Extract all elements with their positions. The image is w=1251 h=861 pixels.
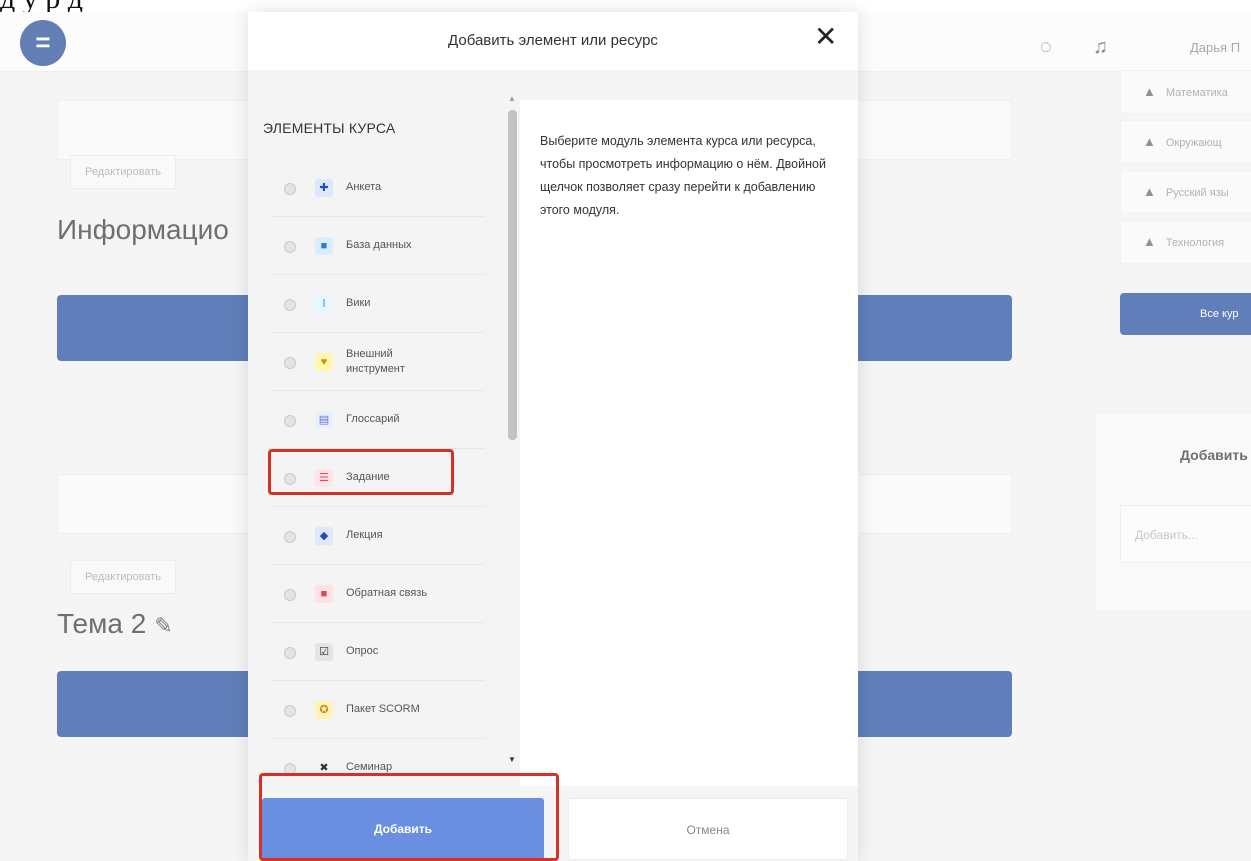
- activity-item[interactable]: ✪ Пакет SCORM: [270, 683, 485, 739]
- radio-button[interactable]: [284, 299, 296, 311]
- highlight-assignment: [268, 449, 454, 495]
- cancel-button[interactable]: Отмена: [568, 798, 848, 860]
- radio-button[interactable]: [284, 183, 296, 195]
- activity-item[interactable]: ♥ Внешний инструмент: [270, 335, 485, 391]
- activity-item[interactable]: ■ База данных: [270, 219, 485, 275]
- activity-item[interactable]: ✚ Анкета: [270, 161, 485, 217]
- activity-item-label: Вики: [346, 297, 371, 309]
- glossary-icon: ▤: [315, 411, 333, 429]
- activity-item[interactable]: ◆ Лекция: [270, 509, 485, 565]
- activity-item-label: Внешний инструмент: [346, 348, 405, 375]
- activity-item-label: Пакет SCORM: [346, 703, 420, 715]
- activity-item-label: Глоссарий: [346, 413, 400, 425]
- database-icon: ■: [315, 237, 333, 255]
- highlight-add-button: [259, 773, 559, 861]
- scroll-up-icon[interactable]: ▲: [508, 94, 516, 103]
- activity-item-label: Анкета: [346, 181, 382, 193]
- external-tool-icon: ♥: [315, 353, 333, 371]
- radio-button[interactable]: [284, 415, 296, 427]
- radio-button[interactable]: [284, 705, 296, 717]
- radio-button[interactable]: [284, 241, 296, 253]
- activity-item-label: База данных: [346, 239, 412, 251]
- survey-icon: ✚: [315, 179, 333, 197]
- scroll-down-icon[interactable]: ▼: [508, 755, 516, 764]
- activity-item[interactable]: ☑ Опрос: [270, 625, 485, 681]
- add-activity-modal: Добавить элемент или ресурс ✕ ЭЛЕМЕНТЫ К…: [248, 12, 858, 861]
- activity-item-label: Лекция: [346, 529, 383, 541]
- radio-button[interactable]: [284, 589, 296, 601]
- wiki-icon: Ⅰ: [315, 295, 333, 313]
- activity-item[interactable]: ■ Обратная связь: [270, 567, 485, 623]
- section-heading: ЭЛЕМЕНТЫ КУРСА: [263, 120, 396, 136]
- caption-text: д у р д: [0, 0, 83, 12]
- radio-button[interactable]: [284, 357, 296, 369]
- feedback-icon: ■: [315, 585, 333, 603]
- radio-button[interactable]: [284, 531, 296, 543]
- activity-item-label: Опрос: [346, 645, 379, 657]
- radio-button[interactable]: [284, 647, 296, 659]
- activity-list: ЭЛЕМЕНТЫ КУРСА ✚ Анкета ■ База данных Ⅰ Вики ♥…: [248, 70, 510, 797]
- activity-item-label: Семинар: [346, 761, 393, 773]
- close-icon[interactable]: ✕: [814, 20, 837, 53]
- activity-item-label: Обратная связь: [346, 587, 428, 599]
- modal-header: Добавить элемент или ресурс ✕: [248, 12, 858, 70]
- module-description: Выберите модуль элемента курса или ресур…: [520, 100, 858, 786]
- choice-icon: ☑: [315, 643, 333, 661]
- lesson-icon: ◆: [315, 527, 333, 545]
- scrollbar-thumb[interactable]: [508, 110, 517, 440]
- modal-body: ЭЛЕМЕНТЫ КУРСА ✚ Анкета ■ База данных Ⅰ Вики ♥…: [248, 70, 858, 797]
- activity-item[interactable]: Ⅰ Вики: [270, 277, 485, 333]
- activity-item[interactable]: ▤ Глоссарий: [270, 393, 485, 449]
- document-caption: д у р д: [0, 0, 1251, 12]
- modal-title: Добавить элемент или ресурс: [448, 32, 658, 49]
- scorm-icon: ✪: [315, 701, 333, 719]
